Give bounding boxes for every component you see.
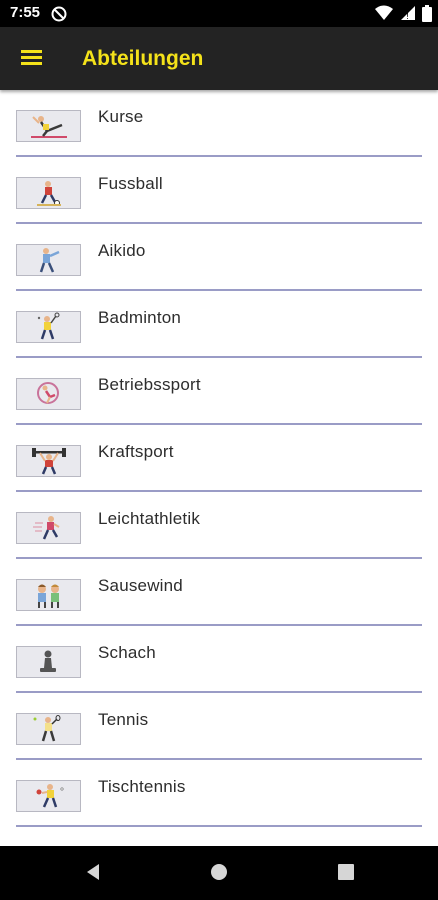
hoop-gymnast-icon <box>16 378 81 410</box>
chess-pawn-icon <box>16 646 81 678</box>
children-icon <box>16 579 81 611</box>
badminton-player-icon <box>16 311 81 343</box>
runner-icon <box>16 512 81 544</box>
list-item-label: Aikido <box>98 241 146 260</box>
app-bar: Abteilungen <box>0 27 438 90</box>
list-item-label: Fussball <box>98 174 163 193</box>
martial-arts-icon <box>16 244 81 276</box>
status-icons: ! <box>373 5 432 23</box>
status-bar: 7:55 ! <box>0 0 438 27</box>
back-icon <box>87 864 99 880</box>
recents-button[interactable] <box>336 862 356 887</box>
system-navigation-bar <box>0 846 438 900</box>
list-item-sausewind[interactable]: Sausewind <box>0 559 438 626</box>
wifi-icon <box>375 5 394 20</box>
back-button[interactable] <box>83 862 103 887</box>
department-list[interactable]: Kurse Fussball Aikido Badminton Betriebs… <box>0 90 438 846</box>
gymnastics-icon <box>16 110 81 142</box>
list-item-label: Badminton <box>98 308 182 327</box>
battery-icon <box>422 5 432 22</box>
list-item-label: Tennis <box>98 710 149 729</box>
list-item-aikido[interactable]: Aikido <box>0 224 438 291</box>
recents-icon <box>338 864 354 880</box>
status-time: 7:55 <box>10 4 41 21</box>
list-item-partial[interactable] <box>0 827 438 846</box>
list-item-label: Kurse <box>98 107 144 126</box>
list-item-kraftsport[interactable]: Kraftsport <box>0 425 438 492</box>
soccer-player-icon <box>16 177 81 209</box>
do-not-disturb-icon <box>51 6 67 22</box>
weightlifter-icon <box>16 445 81 477</box>
list-item-betriebssport[interactable]: Betriebssport <box>0 358 438 425</box>
list-item-label: Kraftsport <box>98 442 174 461</box>
home-button[interactable] <box>209 862 229 887</box>
list-item-fussball[interactable]: Fussball <box>0 157 438 224</box>
list-item-kurse[interactable]: Kurse <box>0 90 438 157</box>
list-item-label: Leichtathletik <box>98 509 201 528</box>
list-item-label: Betriebssport <box>98 375 201 394</box>
list-item-leichtathletik[interactable]: Leichtathletik <box>0 492 438 559</box>
list-item-label: Schach <box>98 643 156 662</box>
signal-icon: ! <box>400 6 415 21</box>
list-item-tischtennis[interactable]: Tischtennis <box>0 760 438 827</box>
list-item-badminton[interactable]: Badminton <box>0 291 438 358</box>
table-tennis-player-icon <box>16 780 81 812</box>
list-item-tennis[interactable]: Tennis <box>0 693 438 760</box>
page-title: Abteilungen <box>82 47 204 70</box>
svg-text:!: ! <box>406 12 409 21</box>
list-item-label: Sausewind <box>98 576 183 595</box>
hamburger-menu-icon <box>21 50 42 65</box>
list-item-label: Tischtennis <box>98 777 186 796</box>
list-item-schach[interactable]: Schach <box>0 626 438 693</box>
home-icon <box>211 864 227 880</box>
tennis-player-icon <box>16 713 81 745</box>
menu-button[interactable] <box>14 43 50 73</box>
